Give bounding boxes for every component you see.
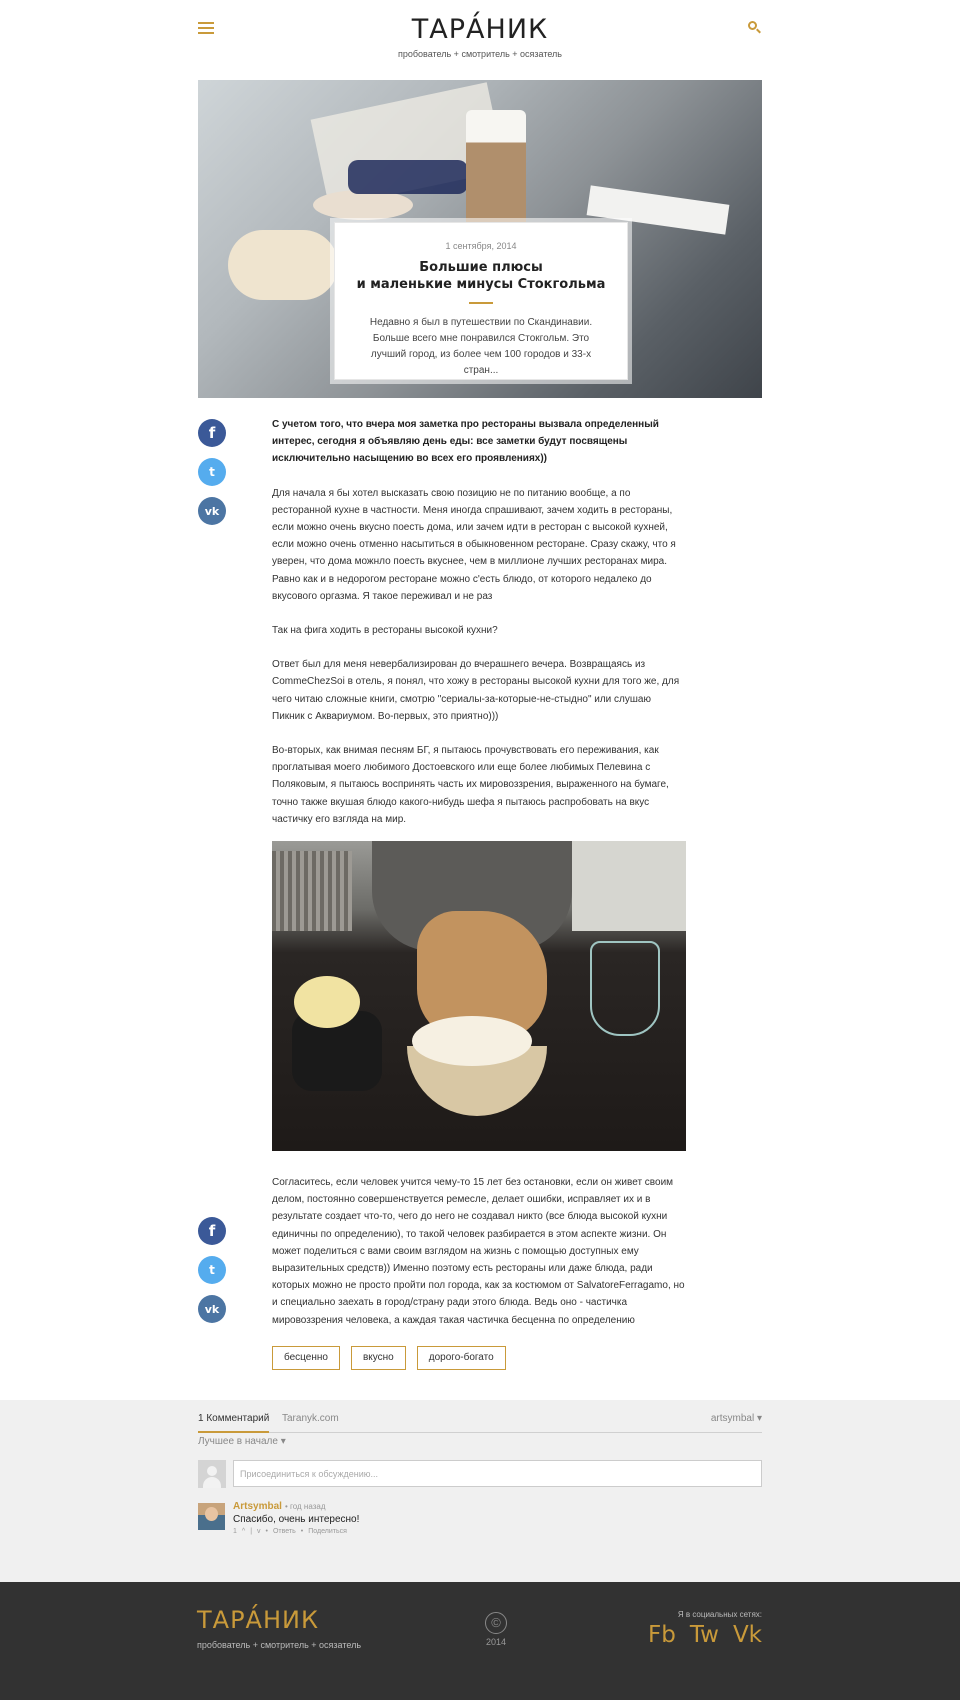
footer-logo[interactable]: ТАРА́НИК bbox=[197, 1606, 319, 1634]
vote-separator: | bbox=[250, 1528, 253, 1535]
search-icon[interactable] bbox=[748, 21, 762, 35]
article-lead: С учетом того, что вчера моя заметка про… bbox=[272, 419, 659, 465]
copyright-year: 2014 bbox=[485, 1637, 507, 1647]
article-body: С учетом того, что вчера моя заметка про… bbox=[272, 416, 686, 845]
footer-facebook-link[interactable]: Fb bbox=[648, 1622, 676, 1648]
tag-list: бесценно вкусно дорого-богато bbox=[272, 1346, 506, 1370]
facebook-share-button[interactable]: f bbox=[198, 419, 226, 447]
share-buttons-bottom: f t vk bbox=[198, 1217, 228, 1334]
share-link[interactable]: Поделиться bbox=[308, 1528, 347, 1535]
hero-card[interactable]: 1 сентября, 2014 Большие плюсы и маленьк… bbox=[334, 222, 628, 380]
article-photo bbox=[272, 841, 686, 1151]
twitter-share-button[interactable]: t bbox=[198, 458, 226, 486]
footer-social-label: Я в социальных сетях: bbox=[677, 1610, 762, 1619]
reply-link[interactable]: Ответь bbox=[273, 1528, 296, 1535]
vk-share-button[interactable]: vk bbox=[198, 497, 226, 525]
comments-tabs: 1 Комментарий Taranyk.com artsymbal ▾ bbox=[198, 1413, 762, 1433]
post-title[interactable]: Большие плюсы и маленькие минусы Стокгол… bbox=[335, 259, 627, 293]
site-footer: ТАРА́НИК пробователь + смотритель + осяз… bbox=[0, 1582, 960, 1700]
dot-separator: • bbox=[300, 1528, 304, 1535]
site-tagline: пробователь + смотритель + осязатель bbox=[397, 49, 562, 59]
comment-text: Спасибо, очень интересно! bbox=[233, 1514, 360, 1525]
site-header: ТАРА́НИК пробователь + смотритель + осяз… bbox=[0, 0, 960, 80]
article-paragraph: Во-вторых, как внимая песням БГ, я пытаю… bbox=[272, 745, 669, 825]
facebook-share-button[interactable]: f bbox=[198, 1217, 226, 1245]
tag-link[interactable]: вкусно bbox=[350, 1346, 406, 1370]
copyright: © 2014 bbox=[466, 1612, 526, 1647]
avatar[interactable] bbox=[198, 1503, 225, 1530]
tag-link[interactable]: бесценно bbox=[272, 1346, 340, 1370]
footer-tagline: пробователь + смотритель + осязатель bbox=[197, 1640, 362, 1650]
sort-dropdown[interactable]: Лучшее в начале ▾ bbox=[198, 1436, 286, 1447]
dot-separator: • bbox=[265, 1528, 268, 1535]
article-paragraph: Согласитесь, если человек учится чему-то… bbox=[272, 1177, 685, 1326]
comment-author[interactable]: Artsymbal bbox=[233, 1501, 282, 1512]
vk-share-button[interactable]: vk bbox=[198, 1295, 226, 1323]
user-menu[interactable]: artsymbal ▾ bbox=[711, 1413, 762, 1424]
tab-community[interactable]: Taranyk.com bbox=[282, 1413, 339, 1424]
comment-input[interactable] bbox=[233, 1460, 762, 1487]
tab-comments-count[interactable]: 1 Комментарий bbox=[198, 1413, 270, 1433]
site-logo[interactable]: ТАРА́НИК bbox=[0, 14, 960, 45]
copyright-icon: © bbox=[485, 1612, 507, 1634]
article-paragraph: Так на фига ходить в рестораны высокой к… bbox=[272, 625, 498, 637]
post-excerpt: Недавно я был в путешествии по Скандинав… bbox=[369, 317, 593, 376]
title-divider bbox=[469, 302, 493, 304]
twitter-share-button[interactable]: t bbox=[198, 1256, 226, 1284]
share-buttons-top: f t vk bbox=[198, 419, 228, 536]
article-body-continued: Согласитесь, если человек учится чему-то… bbox=[272, 1174, 686, 1329]
comments-section: 1 Комментарий Taranyk.com artsymbal ▾ Лу… bbox=[0, 1400, 960, 1582]
article-paragraph: Для начала я бы хотел высказать свою поз… bbox=[272, 487, 676, 602]
comment-actions: 1 ^ | v • Ответь • Поделиться bbox=[233, 1528, 347, 1535]
footer-social-links: Fb Tw Vk bbox=[648, 1622, 762, 1648]
upvote-icon[interactable]: ^ bbox=[242, 1528, 245, 1535]
footer-vk-link[interactable]: Vk bbox=[733, 1622, 762, 1648]
default-avatar bbox=[198, 1460, 226, 1488]
footer-twitter-link[interactable]: Tw bbox=[690, 1622, 719, 1648]
comment-time[interactable]: • год назад bbox=[285, 1502, 326, 1511]
post-date: 1 сентября, 2014 bbox=[445, 241, 517, 251]
downvote-icon[interactable]: v bbox=[257, 1528, 261, 1535]
tag-link[interactable]: дорого-богато bbox=[416, 1346, 506, 1370]
article-paragraph: Ответ был для меня невербализирован до в… bbox=[272, 659, 680, 722]
vote-count: 1 bbox=[233, 1528, 237, 1535]
